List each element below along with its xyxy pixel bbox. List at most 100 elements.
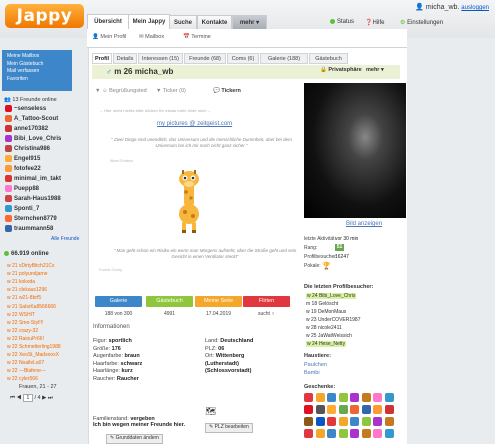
gift-icon[interactable] [315, 417, 325, 426]
help-button[interactable]: ❓Hilfe [365, 19, 385, 26]
gift-icon[interactable] [373, 405, 382, 414]
gift-icon[interactable] [361, 393, 371, 402]
gift-icon[interactable] [338, 405, 348, 414]
tab-coms[interactable]: Coms (6) [227, 53, 259, 64]
privacy-button[interactable]: 🔒 Privatsphäre [320, 67, 362, 73]
friend-item[interactable]: Puepp88 [5, 185, 39, 192]
gift-icon[interactable] [350, 405, 359, 414]
online-user-item[interactable]: w 21 polyundjarne [7, 271, 48, 277]
gift-icon[interactable] [338, 417, 348, 426]
visitor-item[interactable]: w 28 nicole2411 [306, 325, 342, 331]
gift-icon[interactable] [350, 417, 359, 426]
username[interactable]: micha_wb. [426, 4, 459, 11]
tab-details[interactable]: Details [113, 53, 137, 64]
gift-icon[interactable] [327, 393, 336, 402]
greeting-dropdown[interactable]: ▼ ☺ Begrüßungsted [95, 88, 147, 94]
edit-basic-data-button[interactable]: ✎ Grunddaten ändern [106, 434, 163, 444]
visitor-item[interactable]: w 24 Hese_Netty [306, 341, 347, 347]
friend-item[interactable]: minimal_im_takt [5, 175, 61, 182]
friend-item[interactable]: Engel915 [5, 155, 40, 162]
subnav-profile[interactable]: 👤 Mein Profil [92, 34, 126, 40]
status-button[interactable]: Status [330, 19, 354, 25]
profile-more-button[interactable]: mehr ▾ [366, 67, 384, 73]
online-user-item[interactable]: w 21 xDirtyBitch21Cx [7, 263, 55, 269]
subnav-mailbox[interactable]: ✉ Mailbox [139, 34, 164, 40]
gift-icon[interactable] [315, 393, 325, 402]
menu-mailbox[interactable]: Meine Mailbox [2, 53, 72, 61]
gift-icon[interactable] [327, 429, 336, 438]
gallery-button[interactable]: Galerie [95, 296, 142, 307]
friend-item[interactable]: Bibi_Love_Chris [5, 135, 61, 142]
ticker-dropdown[interactable]: ▼ Ticker (0) [156, 88, 186, 94]
settings-button[interactable]: ⚙ Einstellungen [400, 19, 443, 26]
online-user-item[interactable]: w 22 ---Blafene--- [7, 368, 46, 374]
tab-interessen[interactable]: Interessen (15) [138, 53, 183, 64]
online-user-item[interactable]: w 22 crazy-32 [7, 328, 38, 334]
gift-icon[interactable] [315, 429, 325, 438]
online-user-item[interactable]: w 22 Sme-Styl!!! [7, 320, 43, 326]
pet-link[interactable]: Bambi [304, 370, 320, 376]
friend-item[interactable]: Sarah-Haus1988 [5, 195, 61, 202]
visitor-item[interactable]: w 23 UnderCOVER1987 [306, 317, 360, 323]
tab-mehr[interactable]: mehr ▾ [232, 15, 267, 29]
friend-item[interactable]: Sternchen8779 [5, 215, 57, 222]
last-page-icon[interactable]: ⏭ [48, 395, 53, 401]
online-user-item[interactable]: w 22 XeoSt_MadsooxX [7, 352, 59, 358]
gift-icon[interactable] [304, 417, 313, 426]
gift-icon[interactable] [350, 393, 359, 402]
my-page-button[interactable]: Meine Seite [195, 296, 242, 307]
subnav-termine[interactable]: 📅 Termine [183, 34, 211, 40]
friend-item[interactable]: anne170382 [5, 125, 48, 132]
tab-profil[interactable]: Profil [92, 53, 112, 64]
gift-icon[interactable] [361, 417, 371, 426]
friend-item[interactable]: A_Tattoo-Scout [5, 115, 58, 122]
gift-icon[interactable] [361, 429, 371, 438]
gift-icon[interactable] [327, 417, 336, 426]
gift-icon[interactable] [361, 405, 371, 414]
gift-icon[interactable] [304, 405, 313, 414]
visitor-item[interactable]: w 19 DeMonMaus [306, 309, 346, 315]
visitor-item[interactable]: w 25 JaWatWeissich [306, 333, 352, 339]
tab-gaestebuch[interactable]: Gästebuch [309, 53, 348, 64]
gift-icon[interactable] [373, 429, 382, 438]
online-user-item[interactable]: w 21 SabsKa8566666 [7, 304, 56, 310]
online-user-item[interactable]: w 21 w21-8brf5 [7, 295, 41, 301]
logout-link[interactable]: ausloggen [461, 5, 489, 11]
tab-kontakte[interactable]: Kontakte [197, 15, 232, 29]
online-user-item[interactable]: w 22 Schmetterling1988 [7, 344, 61, 350]
friend-item[interactable]: fotofee22 [5, 165, 41, 172]
gift-icon[interactable] [338, 429, 348, 438]
gift-icon[interactable] [384, 417, 394, 426]
tab-mein-jappy[interactable]: Mein Jappy [128, 14, 170, 29]
visitor-item[interactable]: w 24 Bibi_Love_Chris [306, 293, 357, 299]
gift-icon[interactable] [350, 429, 359, 438]
show-image-link[interactable]: Bild anzeigen [346, 221, 382, 227]
online-user-item[interactable]: w 22 WSHIT [7, 312, 35, 318]
gift-icon[interactable] [384, 429, 394, 438]
pet-link[interactable]: Paulchen [304, 362, 327, 368]
guestbook-button[interactable]: Gästebuch [146, 296, 193, 307]
tab-uebersicht[interactable]: Übersicht [87, 14, 129, 29]
online-user-item[interactable]: w 22 NoalleLa07 [7, 360, 44, 366]
gift-icon[interactable] [373, 417, 382, 426]
flirt-button[interactable]: Flirten [243, 296, 290, 307]
menu-guestbook[interactable]: Mein Gästebuch [2, 61, 72, 69]
gift-icon[interactable] [338, 393, 348, 402]
tab-galerie[interactable]: Galerie (188) [260, 53, 308, 64]
gift-icon[interactable] [315, 405, 325, 414]
jappy-logo[interactable]: Jappy [5, 4, 84, 28]
friend-item[interactable]: traummann58 [5, 225, 53, 232]
gift-icon[interactable] [373, 393, 382, 402]
online-user-item[interactable]: w 21 kokoda [7, 279, 35, 285]
friend-item[interactable]: ~senseless [5, 105, 46, 112]
next-page-icon[interactable]: ▶ [42, 395, 46, 401]
online-user-item[interactable]: w 21 clekaus1296 [7, 287, 47, 293]
gift-icon[interactable] [384, 405, 394, 414]
all-friends-link[interactable]: Alle Freunde [51, 236, 79, 242]
gift-icon[interactable] [327, 405, 336, 414]
menu-favorites[interactable]: Favoriten [2, 76, 72, 84]
first-page-icon[interactable]: ⏮ [10, 395, 15, 401]
tickern-button[interactable]: 💬 Tickern [213, 88, 241, 94]
online-user-item[interactable]: w 22 RaiouPr66! [7, 336, 44, 342]
pictures-link[interactable]: my pictures @ zeitgeist.com [157, 121, 232, 127]
